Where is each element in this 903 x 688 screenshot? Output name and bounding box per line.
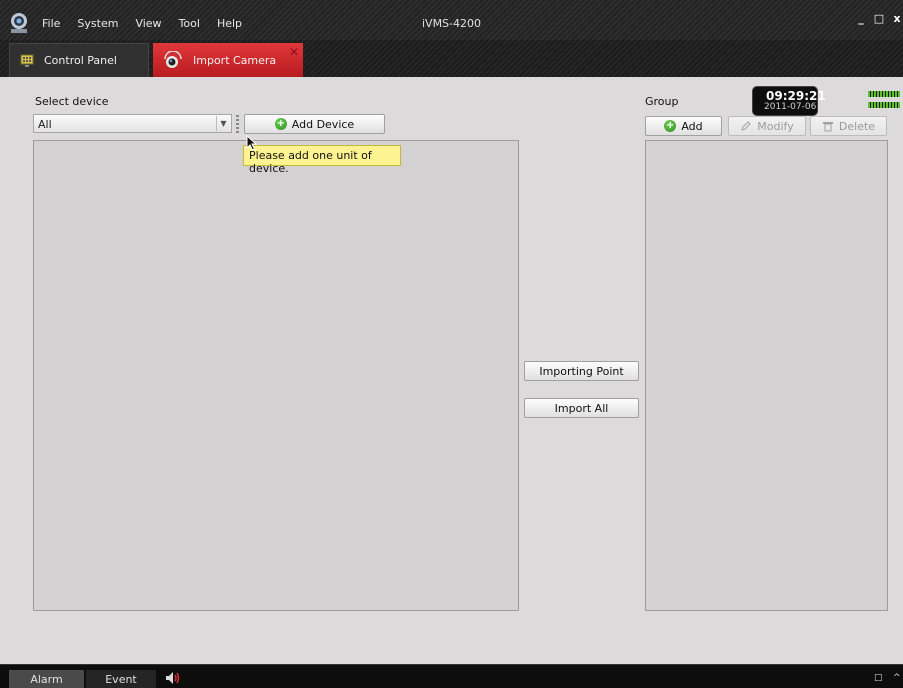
plus-icon: + bbox=[664, 120, 677, 132]
clock-date: 2011-07-06 bbox=[764, 102, 817, 112]
select-device-label: Select device bbox=[35, 95, 109, 108]
add-device-button[interactable]: + Add Device bbox=[244, 114, 385, 134]
group-label: Group bbox=[645, 95, 679, 108]
dropdown-value: All bbox=[38, 118, 52, 131]
mouse-pointer-icon bbox=[246, 134, 258, 154]
network-meter bbox=[867, 101, 900, 108]
pencil-icon bbox=[740, 120, 752, 132]
title-bar: File System View Tool Help iVMS-4200 _ □… bbox=[0, 0, 903, 40]
tab-control-panel-label: Control Panel bbox=[44, 54, 117, 67]
group-modify-label: Modify bbox=[757, 119, 794, 133]
drag-grip-handle[interactable] bbox=[236, 115, 239, 133]
importing-point-button[interactable]: Importing Point bbox=[524, 361, 639, 381]
tab-import-camera-label: Import Camera bbox=[193, 53, 277, 67]
expand-up-icon[interactable]: ^ bbox=[893, 673, 901, 683]
chevron-down-icon[interactable]: ▼ bbox=[216, 116, 230, 131]
tab-import-camera[interactable]: Import Camera ✕ bbox=[153, 43, 303, 77]
network-label: Network bbox=[828, 99, 866, 109]
window-controls: _ □ x bbox=[855, 12, 903, 25]
tab-event[interactable]: Event bbox=[86, 670, 156, 688]
group-delete-button[interactable]: Delete bbox=[810, 116, 887, 136]
trash-icon bbox=[822, 120, 834, 132]
app-title: iVMS-4200 bbox=[421, 17, 482, 30]
speaker-icon[interactable] bbox=[165, 671, 183, 688]
device-list-panel[interactable] bbox=[33, 140, 519, 611]
minimize-button[interactable]: _ bbox=[855, 12, 867, 25]
clock-time: 09:29:21 bbox=[766, 89, 826, 103]
maximize-button[interactable]: □ bbox=[873, 12, 885, 25]
device-type-dropdown[interactable]: All ▼ bbox=[33, 114, 232, 133]
restore-panel-icon[interactable]: □ bbox=[874, 673, 883, 683]
import-all-button[interactable]: Import All bbox=[524, 398, 639, 418]
clock-display: 09:29:21 2011-07-06 bbox=[752, 86, 826, 116]
control-panel-icon bbox=[20, 54, 34, 68]
tab-control-panel[interactable]: Control Panel bbox=[9, 43, 149, 77]
group-add-button[interactable]: + Add bbox=[645, 116, 722, 136]
bottom-bar: Alarm Event □ ^ bbox=[0, 664, 903, 688]
tab-bar: Control Panel Import Camera ✕ 09:29:21 2… bbox=[0, 40, 903, 116]
tab-close-icon[interactable]: ✕ bbox=[289, 45, 299, 59]
cpu-label: CPU bbox=[847, 88, 866, 98]
resource-meters: CPU Network bbox=[828, 88, 900, 110]
close-button[interactable]: x bbox=[891, 12, 903, 25]
cpu-meter bbox=[867, 90, 900, 97]
group-delete-label: Delete bbox=[838, 119, 876, 133]
add-device-label: Add Device bbox=[291, 117, 355, 131]
group-list-panel[interactable] bbox=[645, 140, 888, 611]
group-modify-button[interactable]: Modify bbox=[728, 116, 806, 136]
add-device-tooltip: Please add one unit of device. bbox=[243, 145, 401, 175]
camera-icon bbox=[163, 51, 183, 69]
plus-icon: + bbox=[274, 118, 287, 130]
group-add-label: Add bbox=[681, 119, 703, 133]
tab-alarm[interactable]: Alarm bbox=[9, 670, 84, 688]
